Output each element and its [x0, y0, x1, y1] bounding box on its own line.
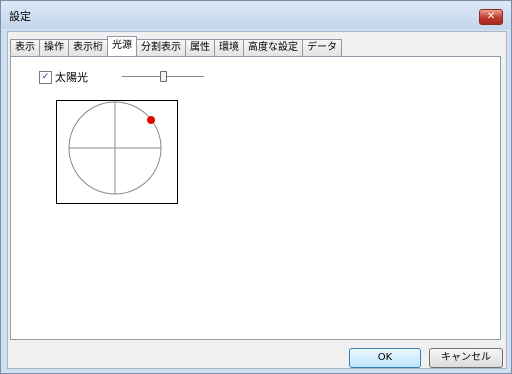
cancel-button[interactable]: キャンセル: [429, 348, 503, 368]
dialog-client-area: 表示 操作 表示桁 光源 分割表示 属性 環境 高度な設定 データ ✓ 太陽光: [7, 31, 507, 369]
sunlight-option[interactable]: ✓ 太陽光: [39, 69, 88, 85]
title-bar[interactable]: 設定 ✕: [1, 1, 511, 29]
light-intensity-slider[interactable]: [122, 71, 204, 82]
ok-button[interactable]: OK: [349, 348, 421, 368]
tab-data[interactable]: データ: [302, 39, 342, 56]
tab-display-digits[interactable]: 表示桁: [68, 39, 108, 56]
tab-light-source[interactable]: 光源: [107, 36, 137, 56]
settings-dialog: 設定 ✕ 表示 操作 表示桁 光源 分割表示 属性 環境 高度な設定 データ ✓…: [0, 0, 512, 374]
light-source-panel: ✓ 太陽光: [10, 56, 501, 340]
sun-position-marker[interactable]: [147, 116, 155, 124]
tab-split-view[interactable]: 分割表示: [136, 39, 186, 56]
slider-thumb[interactable]: [160, 71, 167, 82]
tab-display[interactable]: 表示: [10, 39, 40, 56]
close-button[interactable]: ✕: [479, 9, 503, 25]
sunlight-label: 太陽光: [55, 71, 88, 84]
dialog-title: 設定: [9, 10, 31, 23]
close-icon: ✕: [486, 11, 496, 22]
tab-advanced-settings[interactable]: 高度な設定: [243, 39, 303, 56]
tab-attributes[interactable]: 属性: [185, 39, 215, 56]
light-direction-box[interactable]: [56, 100, 178, 204]
tab-operation[interactable]: 操作: [39, 39, 69, 56]
tab-bar: 表示 操作 表示桁 光源 分割表示 属性 環境 高度な設定 データ: [10, 36, 342, 56]
sunlight-checkbox[interactable]: ✓: [39, 70, 52, 84]
light-direction-diagram: [68, 101, 162, 195]
tab-environment[interactable]: 環境: [214, 39, 244, 56]
